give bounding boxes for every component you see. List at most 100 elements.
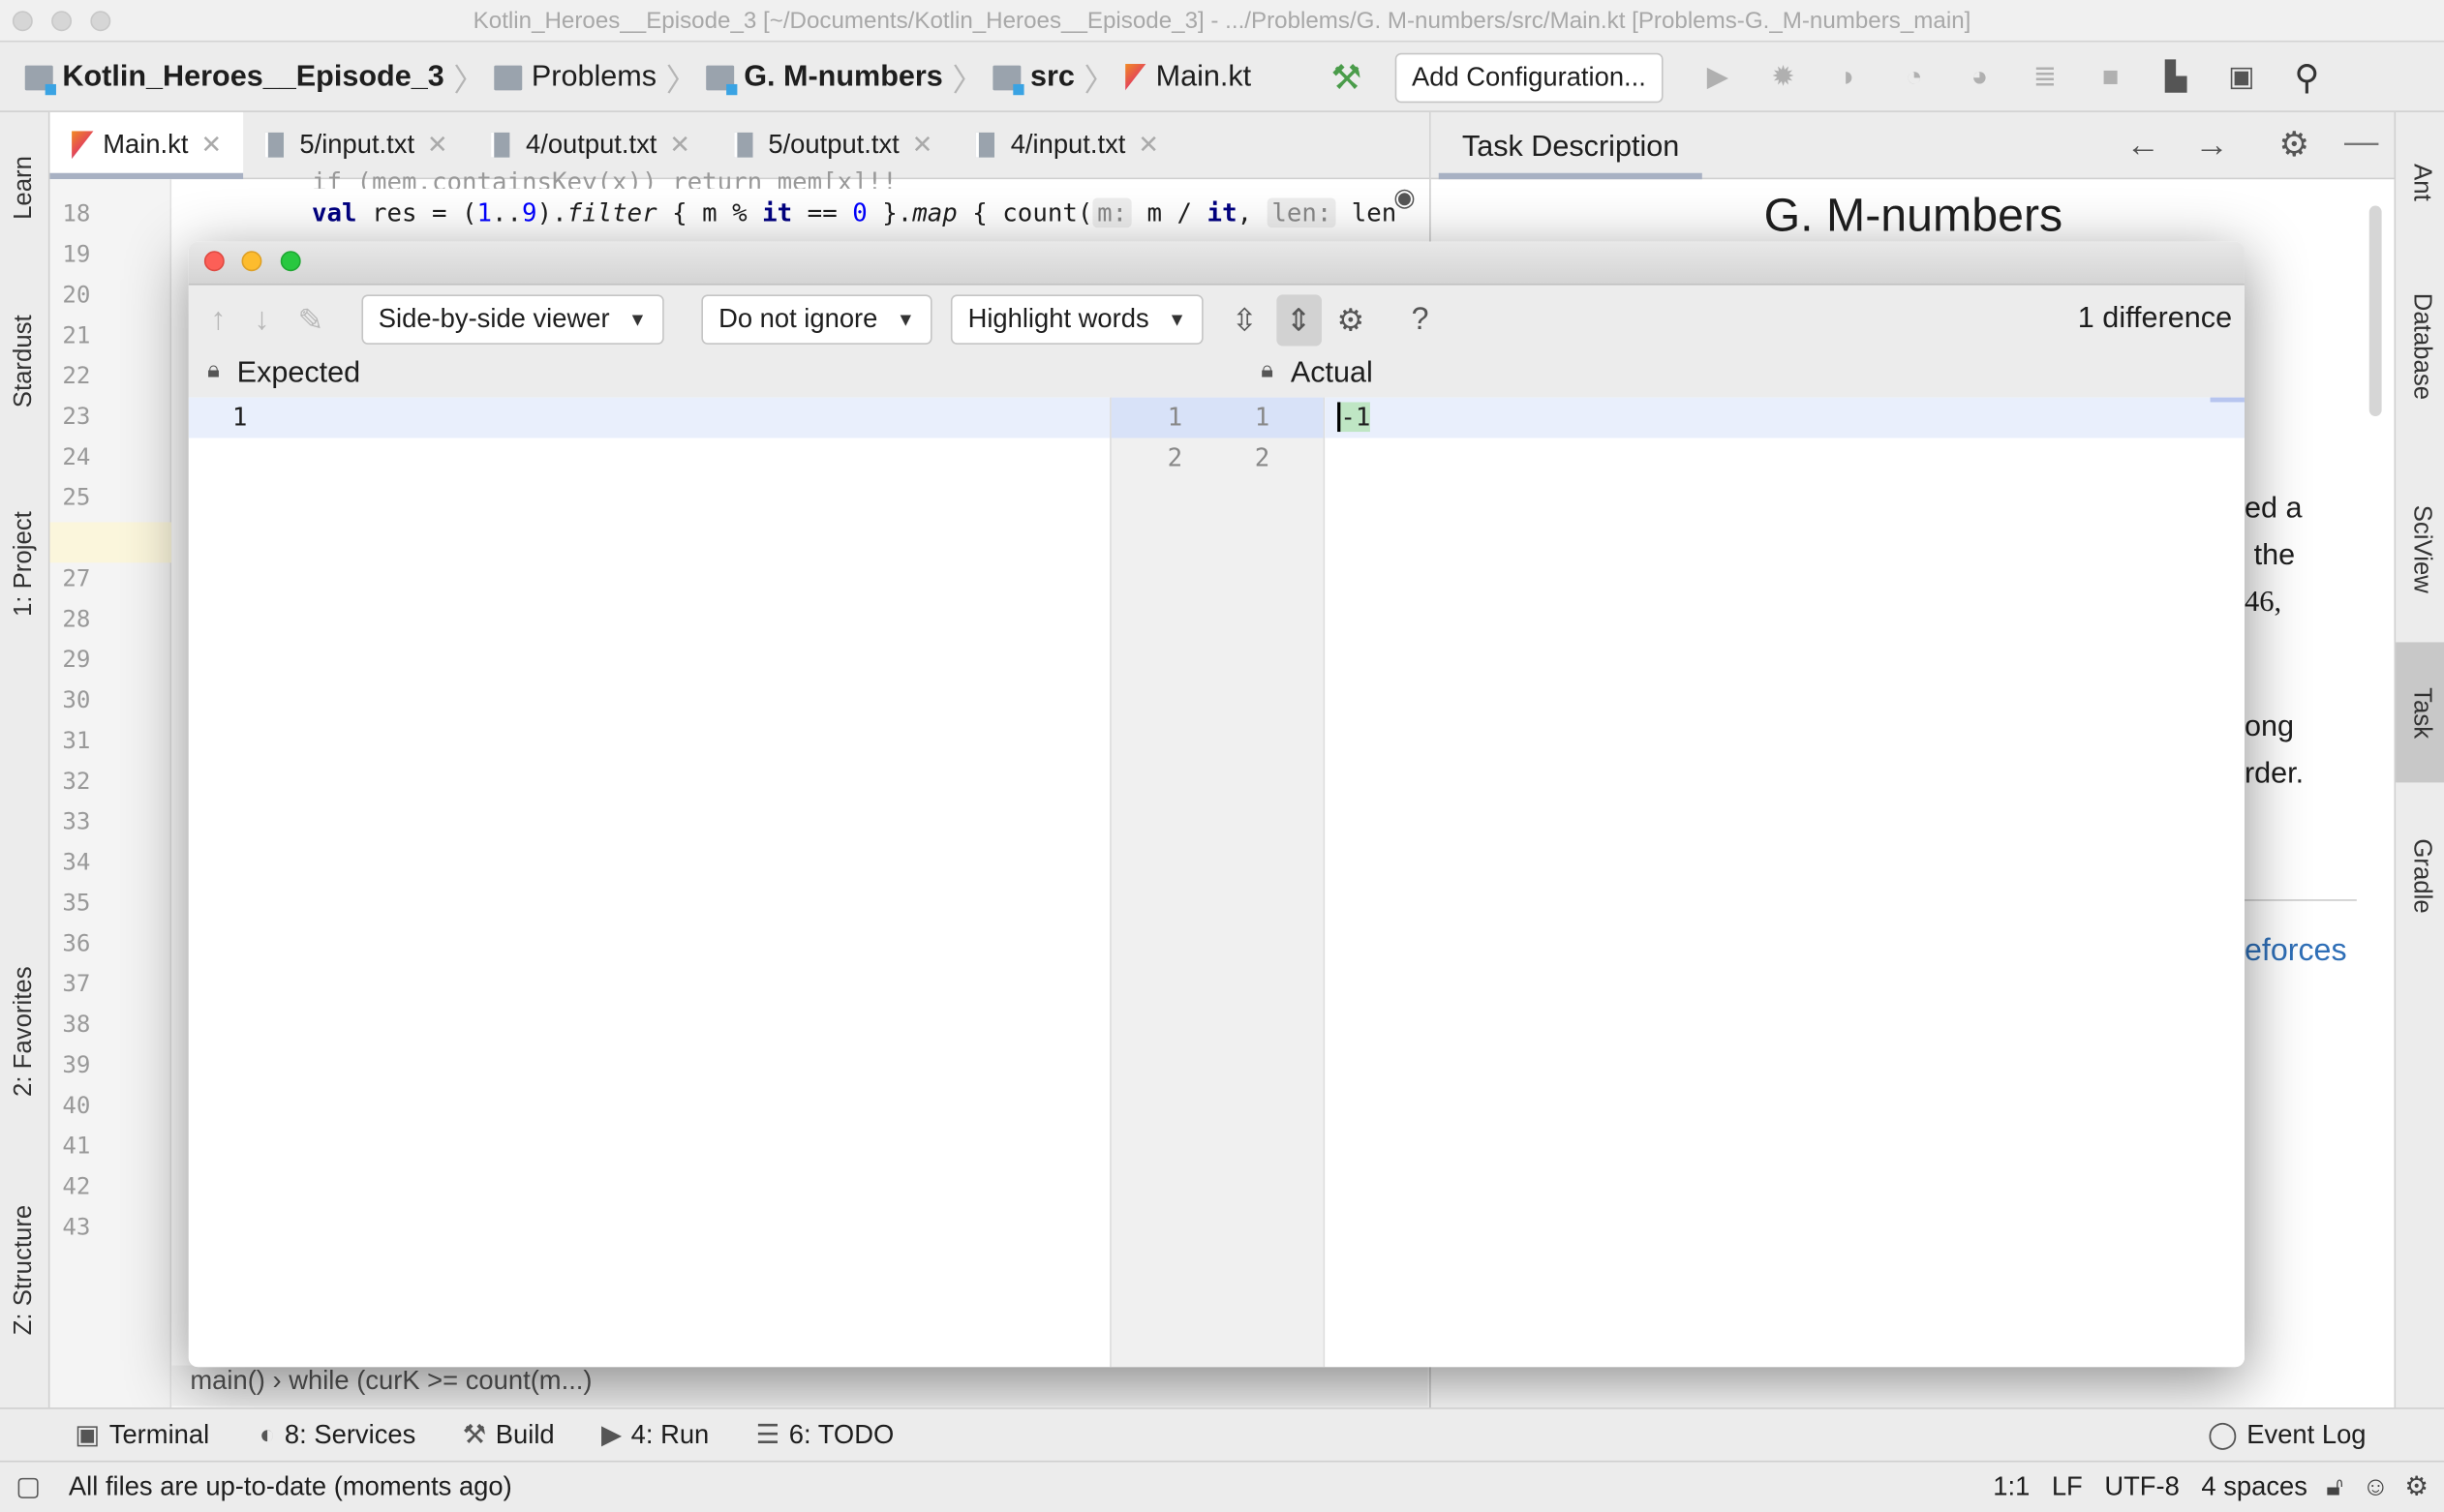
close-tab-icon[interactable]: ✕ bbox=[427, 130, 448, 161]
close-tab-icon[interactable]: ✕ bbox=[200, 130, 222, 161]
tab-4-input[interactable]: 4/input.txt ✕ bbox=[955, 112, 1181, 178]
run-tool[interactable]: ▶ 4: Run bbox=[601, 1419, 709, 1450]
forward-arrow-icon[interactable]: → bbox=[2194, 125, 2228, 166]
close-dialog-button[interactable] bbox=[203, 251, 225, 272]
next-difference-icon[interactable]: ↓ bbox=[254, 302, 269, 338]
git-status-icon[interactable]: ⚙ bbox=[2404, 1471, 2429, 1502]
search-icon[interactable]: ⚲ bbox=[2290, 57, 2324, 96]
close-tab-icon[interactable]: ✕ bbox=[669, 130, 690, 161]
back-arrow-icon[interactable]: ← bbox=[2126, 125, 2160, 166]
concurrency-icon[interactable]: ≣ bbox=[2028, 60, 2062, 94]
inspector-icon[interactable]: ☺ bbox=[2362, 1471, 2389, 1502]
line-number: 37 bbox=[62, 969, 91, 998]
title-bar: Kotlin_Heroes__Episode_3 [~/Documents/Ko… bbox=[0, 0, 2444, 43]
edit-icon[interactable]: ✎ bbox=[297, 300, 323, 339]
line-number: 21 bbox=[62, 320, 91, 349]
editor-breadcrumb[interactable]: main() › while (curK >= count(m...) bbox=[171, 1365, 1428, 1406]
todo-tool[interactable]: ☰ 6: TODO bbox=[756, 1419, 895, 1450]
diff-headers: 🔒︎ Expected 🔒︎ Actual bbox=[188, 353, 2245, 398]
tool-tab-project[interactable]: 1: Project bbox=[0, 478, 50, 650]
gear-icon[interactable]: ⚙ bbox=[2278, 125, 2309, 166]
minimize-window-button[interactable] bbox=[51, 11, 73, 32]
breadcrumb-project[interactable]: Kotlin_Heroes__Episode_3 bbox=[62, 60, 443, 94]
terminal-tool[interactable]: ▣ Terminal bbox=[75, 1419, 209, 1450]
build-tool[interactable]: ⚒ Build bbox=[463, 1419, 555, 1450]
zoom-dialog-button[interactable] bbox=[280, 251, 301, 272]
help-button[interactable]: ? bbox=[1412, 302, 1429, 338]
scrollbar[interactable] bbox=[2368, 205, 2382, 416]
tool-tab-structure[interactable]: Z: Structure bbox=[0, 1188, 50, 1351]
file-encoding[interactable]: UTF-8 bbox=[2104, 1471, 2180, 1502]
stop-icon[interactable]: ■ bbox=[2093, 60, 2127, 94]
minimize-dialog-button[interactable] bbox=[241, 251, 262, 272]
run-anything-icon[interactable]: ▣ bbox=[2224, 60, 2258, 94]
tool-window-bar: ▣ Terminal ◐ 8: Services ⚒ Build ▶ 4: Run ☰ 6… bbox=[0, 1407, 2444, 1461]
module-folder-icon bbox=[706, 64, 738, 95]
line-gutter: 1819202122232425262728293031323334353637… bbox=[49, 179, 172, 1408]
event-log-icon: ◯ bbox=[2207, 1419, 2238, 1449]
profile-icon[interactable]: ◔ bbox=[1897, 60, 1931, 94]
coverage-icon[interactable]: ◗ bbox=[1831, 60, 1865, 94]
window-title: Kotlin_Heroes__Episode_3 [~/Documents/Ko… bbox=[473, 8, 1971, 35]
tool-tab-stardust[interactable]: Stardust bbox=[0, 284, 50, 439]
line-separator[interactable]: LF bbox=[2052, 1471, 2083, 1502]
services-icon: ◐ bbox=[259, 1419, 276, 1449]
services-tool[interactable]: ◐ 8: Services bbox=[260, 1419, 416, 1450]
lock-icon[interactable]: 🔓︎ bbox=[2326, 1471, 2343, 1502]
tool-tab-favorites[interactable]: 2: Favorites bbox=[0, 938, 50, 1125]
debug-icon[interactable]: ✹ bbox=[1766, 60, 1800, 94]
expected-title: Expected bbox=[236, 356, 361, 390]
breadcrumb-problems[interactable]: Problems bbox=[532, 60, 657, 94]
breadcrumb-module[interactable]: G. M-numbers bbox=[744, 60, 943, 94]
toggle-tool-windows-icon[interactable]: ▢ bbox=[15, 1471, 41, 1502]
event-log-tool[interactable]: ◯ Event Log bbox=[2208, 1419, 2367, 1450]
line-number: 20 bbox=[62, 280, 91, 309]
breadcrumb-src[interactable]: src bbox=[1030, 60, 1075, 94]
codeforces-link[interactable]: eforces bbox=[2245, 934, 2347, 970]
build-hammer-icon[interactable]: ⚒ bbox=[1329, 57, 1363, 96]
line-number: 22 bbox=[62, 361, 91, 390]
tab-main-kt[interactable]: Main.kt ✕ bbox=[49, 111, 244, 180]
ide-window: Kotlin_Heroes__Episode_3 [~/Documents/Ko… bbox=[0, 0, 2444, 1512]
diff-toolbar: ↑ ↓ ✎ Side-by-side viewer ▼ Do not ignore… bbox=[188, 285, 2245, 354]
left-tool-stripe: Learn Stardust 1: Project 2: Favorites Z… bbox=[0, 111, 50, 1408]
tool-tab-task[interactable]: Task bbox=[2396, 642, 2444, 783]
profile-cpu-icon[interactable]: ◕ bbox=[1963, 60, 1997, 94]
tool-tab-gradle[interactable]: Gradle bbox=[2396, 806, 2444, 947]
line-number: 36 bbox=[62, 928, 91, 957]
tool-tab-sciview[interactable]: SciView bbox=[2396, 470, 2444, 626]
eye-icon[interactable]: ◉ bbox=[1393, 182, 1415, 213]
breadcrumb-file[interactable]: Main.kt bbox=[1156, 60, 1252, 94]
caret-position[interactable]: 1:1 bbox=[1993, 1471, 2030, 1502]
highlight-dropdown[interactable]: Highlight words ▼ bbox=[950, 294, 1204, 345]
add-configuration-button[interactable]: Add Configuration... bbox=[1394, 51, 1664, 103]
diff-line: 1 bbox=[188, 397, 1111, 438]
indent-setting[interactable]: 4 spaces bbox=[2201, 1471, 2307, 1502]
line-number: 43 bbox=[62, 1212, 91, 1241]
settings-gear-icon[interactable]: ⚙ bbox=[1337, 300, 1365, 339]
tool-tab-learn[interactable]: Learn bbox=[0, 125, 50, 250]
close-tab-icon[interactable]: ✕ bbox=[912, 130, 933, 161]
tool-tab-ant[interactable]: Ant bbox=[2396, 128, 2444, 237]
line-number: 31 bbox=[62, 726, 91, 755]
viewer-dropdown[interactable]: Side-by-side viewer ▼ bbox=[361, 294, 664, 345]
previous-difference-icon[interactable]: ↑ bbox=[210, 302, 226, 338]
collapse-unchanged-icon[interactable]: ⇳ bbox=[1232, 300, 1258, 339]
close-tab-icon[interactable]: ✕ bbox=[1138, 130, 1159, 161]
minimize-icon[interactable]: — bbox=[2344, 122, 2378, 163]
line-number: 40 bbox=[62, 1091, 91, 1120]
ignore-dropdown[interactable]: Do not ignore ▼ bbox=[701, 294, 932, 345]
actual-pane[interactable]: -1 bbox=[1325, 397, 2245, 1368]
run-icon[interactable]: ▶ bbox=[1700, 60, 1734, 94]
zoom-window-button[interactable] bbox=[90, 11, 111, 32]
expected-pane[interactable]: 1 bbox=[188, 397, 1111, 1368]
tool-tab-database[interactable]: Database bbox=[2396, 260, 2444, 432]
line-number: 24 bbox=[62, 442, 91, 471]
project-structure-icon[interactable]: ▙ bbox=[2158, 60, 2192, 94]
task-description-tab[interactable]: Task Description bbox=[1438, 112, 1703, 180]
sync-scroll-icon[interactable]: ⇕ bbox=[1276, 293, 1322, 346]
difference-count: 1 difference bbox=[2077, 302, 2233, 336]
line-number: 41 bbox=[62, 1132, 91, 1161]
task-text: ed a the 46, ong rder. bbox=[2244, 492, 2305, 791]
close-window-button[interactable] bbox=[12, 11, 33, 32]
